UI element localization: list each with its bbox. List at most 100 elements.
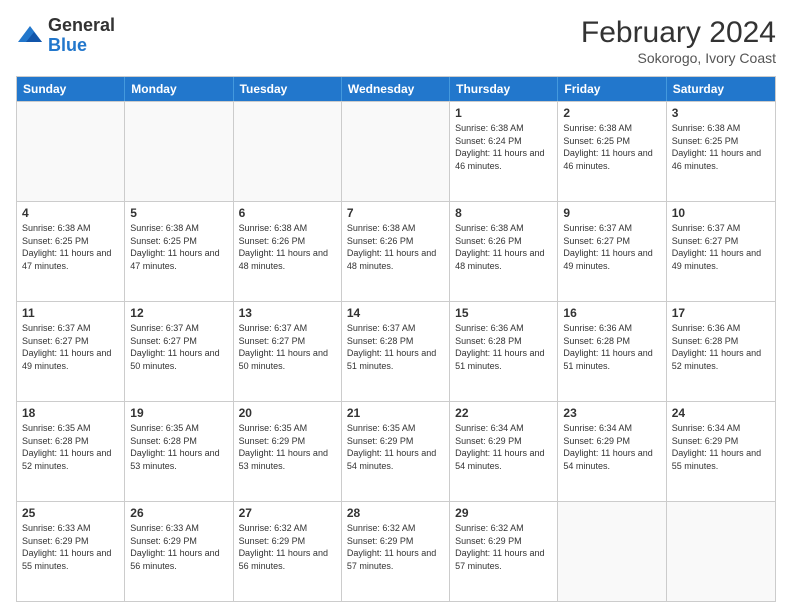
calendar-cell: 1 Sunrise: 6:38 AM Sunset: 6:24 PM Daylig… bbox=[450, 102, 558, 201]
day-info: Sunrise: 6:34 AM Sunset: 6:29 PM Dayligh… bbox=[563, 422, 660, 472]
day-info: Sunrise: 6:32 AM Sunset: 6:29 PM Dayligh… bbox=[239, 522, 336, 572]
calendar-cell: 19 Sunrise: 6:35 AM Sunset: 6:28 PM Dayli… bbox=[125, 402, 233, 501]
day-number: 12 bbox=[130, 306, 227, 320]
day-info: Sunrise: 6:33 AM Sunset: 6:29 PM Dayligh… bbox=[22, 522, 119, 572]
calendar-week: 11 Sunrise: 6:37 AM Sunset: 6:27 PM Dayli… bbox=[17, 301, 775, 401]
title-block: February 2024 Sokorogo, Ivory Coast bbox=[581, 16, 776, 66]
day-number: 6 bbox=[239, 206, 336, 220]
day-info: Sunrise: 6:37 AM Sunset: 6:27 PM Dayligh… bbox=[563, 222, 660, 272]
day-info: Sunrise: 6:34 AM Sunset: 6:29 PM Dayligh… bbox=[455, 422, 552, 472]
calendar-cell: 28 Sunrise: 6:32 AM Sunset: 6:29 PM Dayli… bbox=[342, 502, 450, 601]
calendar-cell: 27 Sunrise: 6:32 AM Sunset: 6:29 PM Dayli… bbox=[234, 502, 342, 601]
day-number: 20 bbox=[239, 406, 336, 420]
day-info: Sunrise: 6:38 AM Sunset: 6:26 PM Dayligh… bbox=[239, 222, 336, 272]
day-number: 7 bbox=[347, 206, 444, 220]
day-number: 29 bbox=[455, 506, 552, 520]
day-number: 10 bbox=[672, 206, 770, 220]
calendar-header-cell: Thursday bbox=[450, 77, 558, 101]
calendar-cell: 15 Sunrise: 6:36 AM Sunset: 6:28 PM Dayli… bbox=[450, 302, 558, 401]
calendar-cell: 29 Sunrise: 6:32 AM Sunset: 6:29 PM Dayli… bbox=[450, 502, 558, 601]
day-info: Sunrise: 6:38 AM Sunset: 6:25 PM Dayligh… bbox=[672, 122, 770, 172]
logo-general-text: General bbox=[48, 16, 115, 36]
day-number: 26 bbox=[130, 506, 227, 520]
calendar-cell bbox=[125, 102, 233, 201]
calendar-cell: 11Sunrise: 6:37 AM Sunset: 6:27 PM Dayli… bbox=[17, 302, 125, 401]
day-number: 11 bbox=[22, 306, 119, 320]
calendar-cell bbox=[234, 102, 342, 201]
page: General Blue February 2024 Sokorogo, Ivo… bbox=[0, 0, 792, 612]
day-info: Sunrise: 6:35 AM Sunset: 6:28 PM Dayligh… bbox=[22, 422, 119, 472]
calendar-header-cell: Wednesday bbox=[342, 77, 450, 101]
calendar-cell bbox=[667, 502, 775, 601]
calendar-cell: 8Sunrise: 6:38 AM Sunset: 6:26 PM Daylig… bbox=[450, 202, 558, 301]
calendar-body: 1 Sunrise: 6:38 AM Sunset: 6:24 PM Daylig… bbox=[17, 101, 775, 601]
day-number: 24 bbox=[672, 406, 770, 420]
day-info: Sunrise: 6:34 AM Sunset: 6:29 PM Dayligh… bbox=[672, 422, 770, 472]
day-number: 19 bbox=[130, 406, 227, 420]
day-number: 15 bbox=[455, 306, 552, 320]
day-info: Sunrise: 6:38 AM Sunset: 6:25 PM Dayligh… bbox=[130, 222, 227, 272]
calendar-week: 1 Sunrise: 6:38 AM Sunset: 6:24 PM Daylig… bbox=[17, 101, 775, 201]
day-number: 21 bbox=[347, 406, 444, 420]
day-number: 2 bbox=[563, 106, 660, 120]
calendar-header-cell: Monday bbox=[125, 77, 233, 101]
day-number: 17 bbox=[672, 306, 770, 320]
subtitle: Sokorogo, Ivory Coast bbox=[581, 50, 776, 66]
day-number: 1 bbox=[455, 106, 552, 120]
day-info: Sunrise: 6:37 AM Sunset: 6:27 PM Dayligh… bbox=[239, 322, 336, 372]
day-number: 28 bbox=[347, 506, 444, 520]
calendar-cell: 20 Sunrise: 6:35 AM Sunset: 6:29 PM Dayli… bbox=[234, 402, 342, 501]
day-info: Sunrise: 6:38 AM Sunset: 6:24 PM Dayligh… bbox=[455, 122, 552, 172]
logo-blue-text: Blue bbox=[48, 36, 115, 56]
day-number: 27 bbox=[239, 506, 336, 520]
calendar-cell: 21 Sunrise: 6:35 AM Sunset: 6:29 PM Dayli… bbox=[342, 402, 450, 501]
day-info: Sunrise: 6:36 AM Sunset: 6:28 PM Dayligh… bbox=[455, 322, 552, 372]
logo: General Blue bbox=[16, 16, 115, 56]
calendar-cell: 23 Sunrise: 6:34 AM Sunset: 6:29 PM Dayli… bbox=[558, 402, 666, 501]
calendar-cell bbox=[17, 102, 125, 201]
logo-icon bbox=[16, 22, 44, 50]
day-number: 5 bbox=[130, 206, 227, 220]
calendar-cell: 16 Sunrise: 6:36 AM Sunset: 6:28 PM Dayli… bbox=[558, 302, 666, 401]
day-info: Sunrise: 6:35 AM Sunset: 6:29 PM Dayligh… bbox=[239, 422, 336, 472]
day-number: 18 bbox=[22, 406, 119, 420]
calendar-cell: 5 Sunrise: 6:38 AM Sunset: 6:25 PM Daylig… bbox=[125, 202, 233, 301]
calendar-week: 4 Sunrise: 6:38 AM Sunset: 6:25 PM Daylig… bbox=[17, 201, 775, 301]
calendar-cell: 9Sunrise: 6:37 AM Sunset: 6:27 PM Daylig… bbox=[558, 202, 666, 301]
calendar-cell: 12Sunrise: 6:37 AM Sunset: 6:27 PM Dayli… bbox=[125, 302, 233, 401]
calendar-cell: 7Sunrise: 6:38 AM Sunset: 6:26 PM Daylig… bbox=[342, 202, 450, 301]
day-number: 4 bbox=[22, 206, 119, 220]
header: General Blue February 2024 Sokorogo, Ivo… bbox=[16, 16, 776, 66]
day-info: Sunrise: 6:38 AM Sunset: 6:25 PM Dayligh… bbox=[563, 122, 660, 172]
day-info: Sunrise: 6:32 AM Sunset: 6:29 PM Dayligh… bbox=[347, 522, 444, 572]
day-number: 3 bbox=[672, 106, 770, 120]
calendar-header-cell: Tuesday bbox=[234, 77, 342, 101]
calendar-cell: 13Sunrise: 6:37 AM Sunset: 6:27 PM Dayli… bbox=[234, 302, 342, 401]
day-number: 23 bbox=[563, 406, 660, 420]
logo-text: General Blue bbox=[48, 16, 115, 56]
day-info: Sunrise: 6:33 AM Sunset: 6:29 PM Dayligh… bbox=[130, 522, 227, 572]
day-info: Sunrise: 6:35 AM Sunset: 6:28 PM Dayligh… bbox=[130, 422, 227, 472]
day-info: Sunrise: 6:38 AM Sunset: 6:25 PM Dayligh… bbox=[22, 222, 119, 272]
day-info: Sunrise: 6:37 AM Sunset: 6:28 PM Dayligh… bbox=[347, 322, 444, 372]
main-title: February 2024 bbox=[581, 16, 776, 50]
calendar-week: 25 Sunrise: 6:33 AM Sunset: 6:29 PM Dayli… bbox=[17, 501, 775, 601]
calendar: SundayMondayTuesdayWednesdayThursdayFrid… bbox=[16, 76, 776, 602]
calendar-cell: 18 Sunrise: 6:35 AM Sunset: 6:28 PM Dayli… bbox=[17, 402, 125, 501]
day-info: Sunrise: 6:36 AM Sunset: 6:28 PM Dayligh… bbox=[672, 322, 770, 372]
calendar-cell: 4 Sunrise: 6:38 AM Sunset: 6:25 PM Daylig… bbox=[17, 202, 125, 301]
day-number: 16 bbox=[563, 306, 660, 320]
day-info: Sunrise: 6:35 AM Sunset: 6:29 PM Dayligh… bbox=[347, 422, 444, 472]
calendar-week: 18 Sunrise: 6:35 AM Sunset: 6:28 PM Dayli… bbox=[17, 401, 775, 501]
calendar-cell: 14 Sunrise: 6:37 AM Sunset: 6:28 PM Dayli… bbox=[342, 302, 450, 401]
calendar-header-row: SundayMondayTuesdayWednesdayThursdayFrid… bbox=[17, 77, 775, 101]
day-info: Sunrise: 6:32 AM Sunset: 6:29 PM Dayligh… bbox=[455, 522, 552, 572]
calendar-cell: 26 Sunrise: 6:33 AM Sunset: 6:29 PM Dayli… bbox=[125, 502, 233, 601]
day-number: 22 bbox=[455, 406, 552, 420]
day-number: 25 bbox=[22, 506, 119, 520]
calendar-cell: 3 Sunrise: 6:38 AM Sunset: 6:25 PM Daylig… bbox=[667, 102, 775, 201]
calendar-cell: 25 Sunrise: 6:33 AM Sunset: 6:29 PM Dayli… bbox=[17, 502, 125, 601]
calendar-cell: 17 Sunrise: 6:36 AM Sunset: 6:28 PM Dayli… bbox=[667, 302, 775, 401]
day-number: 14 bbox=[347, 306, 444, 320]
day-info: Sunrise: 6:36 AM Sunset: 6:28 PM Dayligh… bbox=[563, 322, 660, 372]
